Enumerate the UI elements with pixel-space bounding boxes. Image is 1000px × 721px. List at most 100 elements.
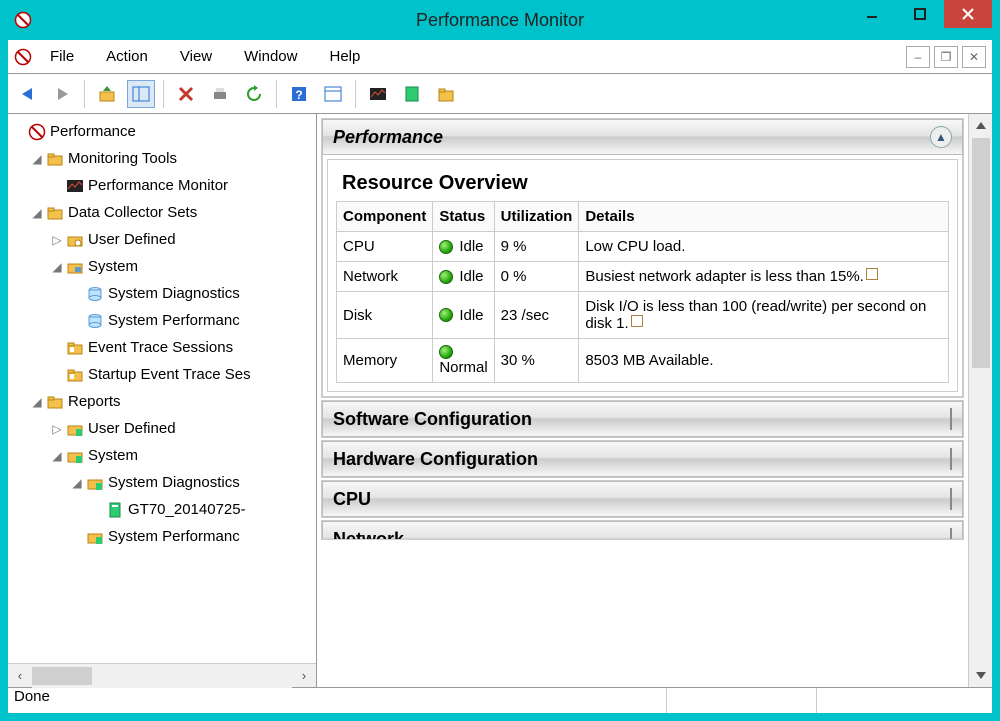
tree-monitoring-tools[interactable]: ◢ Monitoring Tools bbox=[8, 145, 316, 172]
cell-util: 23 /sec bbox=[494, 292, 579, 339]
cell-details: Low CPU load. bbox=[579, 232, 949, 262]
monitor-icon bbox=[66, 177, 84, 195]
status-cell bbox=[666, 688, 816, 713]
chevron-down-icon: ◢ bbox=[48, 449, 66, 463]
refresh-button[interactable] bbox=[240, 80, 268, 108]
print-button[interactable] bbox=[206, 80, 234, 108]
chevron-down-icon: ◢ bbox=[28, 152, 46, 166]
chevron-right-icon: ▷ bbox=[48, 233, 66, 247]
report-icon bbox=[950, 408, 952, 430]
event-folder-icon bbox=[66, 366, 84, 384]
mdi-minimize-button[interactable]: – bbox=[906, 46, 930, 68]
panel-title: Performance bbox=[333, 127, 443, 148]
scroll-thumb[interactable] bbox=[972, 138, 990, 368]
cylinder-icon bbox=[86, 285, 104, 303]
scroll-up-button[interactable] bbox=[969, 114, 992, 138]
tree-label: System bbox=[88, 258, 138, 275]
report-icon bbox=[106, 501, 124, 519]
hardware-config-panel: Hardware Configuration bbox=[321, 440, 964, 478]
col-status: Status bbox=[433, 202, 494, 232]
col-details: Details bbox=[579, 202, 949, 232]
cell-status: Idle bbox=[433, 292, 494, 339]
tree-reports-system-diagnostics[interactable]: ◢ System Diagnostics bbox=[8, 469, 316, 496]
panel-title: Software Configuration bbox=[333, 409, 532, 430]
folder-icon bbox=[46, 150, 64, 168]
svg-text:?: ? bbox=[295, 88, 302, 102]
report-icon bbox=[950, 528, 952, 541]
tree-data-collector-sets[interactable]: ◢ Data Collector Sets bbox=[8, 199, 316, 226]
report-folder-icon bbox=[66, 420, 84, 438]
status-dot-icon bbox=[439, 270, 453, 284]
toolbar-separator bbox=[84, 80, 85, 108]
window-button[interactable] bbox=[319, 80, 347, 108]
report-folder-icon bbox=[86, 474, 104, 492]
cell-util: 0 % bbox=[494, 262, 579, 292]
scroll-left-button[interactable]: ‹ bbox=[8, 664, 32, 688]
back-button[interactable] bbox=[14, 80, 42, 108]
tree-label: System Diagnostics bbox=[108, 474, 240, 491]
report-icon bbox=[950, 448, 952, 470]
tree-label: System Performanc bbox=[108, 312, 240, 329]
chevron-down-icon: ◢ bbox=[28, 395, 46, 409]
forward-button[interactable] bbox=[48, 80, 76, 108]
menu-help[interactable]: Help bbox=[315, 46, 374, 67]
cell-util: 9 % bbox=[494, 232, 579, 262]
monitor-icon-button[interactable] bbox=[364, 80, 392, 108]
minimize-button[interactable] bbox=[848, 0, 896, 28]
close-button[interactable] bbox=[944, 0, 992, 28]
book-icon-button[interactable] bbox=[398, 80, 426, 108]
tree-dcs-system-performance[interactable]: System Performanc bbox=[8, 307, 316, 334]
scroll-track[interactable] bbox=[32, 664, 292, 688]
mdi-close-button[interactable]: ✕ bbox=[962, 46, 986, 68]
cell-details: Disk I/O is less than 100 (read/write) p… bbox=[579, 292, 949, 339]
app-menu-icon[interactable] bbox=[14, 48, 32, 66]
help-button[interactable]: ? bbox=[285, 80, 313, 108]
tree[interactable]: Performance ◢ Monitoring Tools Performan… bbox=[8, 114, 316, 663]
delete-button[interactable] bbox=[172, 80, 200, 108]
performance-panel-header[interactable]: Performance ▲ bbox=[322, 119, 963, 155]
show-tree-button[interactable] bbox=[127, 80, 155, 108]
tree-reports[interactable]: ◢ Reports bbox=[8, 388, 316, 415]
resource-overview: Resource Overview Component Status Utili… bbox=[322, 155, 963, 397]
tree-reports-system[interactable]: ◢ System bbox=[8, 442, 316, 469]
tree-dcs-user-defined[interactable]: ▷ User Defined bbox=[8, 226, 316, 253]
menu-window[interactable]: Window bbox=[230, 46, 311, 67]
menu-view[interactable]: View bbox=[166, 46, 226, 67]
network-header[interactable]: Network bbox=[322, 521, 963, 540]
tree-startup-event-trace-sessions[interactable]: Startup Event Trace Ses bbox=[8, 361, 316, 388]
tree-dcs-system-diagnostics[interactable]: System Diagnostics bbox=[8, 280, 316, 307]
hardware-config-header[interactable]: Hardware Configuration bbox=[322, 441, 963, 477]
tree-dcs-system[interactable]: ◢ System bbox=[8, 253, 316, 280]
report-folder-icon bbox=[86, 528, 104, 546]
scroll-thumb[interactable] bbox=[32, 667, 92, 685]
tree-performance-monitor[interactable]: Performance Monitor bbox=[8, 172, 316, 199]
collapse-icon[interactable]: ▲ bbox=[930, 126, 952, 148]
tree-label: System Diagnostics bbox=[108, 285, 240, 302]
maximize-button[interactable] bbox=[896, 0, 944, 28]
up-folder-button[interactable] bbox=[93, 80, 121, 108]
scroll-right-button[interactable]: › bbox=[292, 664, 316, 688]
status-dot-icon bbox=[439, 308, 453, 322]
report-icon bbox=[950, 488, 952, 510]
tree-event-trace-sessions[interactable]: Event Trace Sessions bbox=[8, 334, 316, 361]
tree-label: Event Trace Sessions bbox=[88, 339, 233, 356]
tree-reports-user-defined[interactable]: ▷ User Defined bbox=[8, 415, 316, 442]
tree-hscrollbar[interactable]: ‹ › bbox=[8, 663, 316, 687]
toolbar: ? bbox=[8, 74, 992, 114]
scroll-down-button[interactable] bbox=[969, 663, 992, 687]
tree-root-performance[interactable]: Performance bbox=[8, 118, 316, 145]
folder-button[interactable] bbox=[432, 80, 460, 108]
content-vscrollbar[interactable] bbox=[968, 114, 992, 687]
chevron-down-icon: ◢ bbox=[48, 260, 66, 274]
menu-file[interactable]: File bbox=[36, 46, 88, 67]
tree-reports-gt70[interactable]: GT70_20140725- bbox=[8, 496, 316, 523]
edit-icon[interactable] bbox=[866, 268, 878, 280]
scroll-track[interactable] bbox=[969, 138, 992, 663]
cell-status: Idle bbox=[433, 262, 494, 292]
tree-reports-system-performance[interactable]: System Performanc bbox=[8, 523, 316, 550]
software-config-header[interactable]: Software Configuration bbox=[322, 401, 963, 437]
menu-action[interactable]: Action bbox=[92, 46, 162, 67]
mdi-restore-button[interactable]: ❐ bbox=[934, 46, 958, 68]
cpu-header[interactable]: CPU bbox=[322, 481, 963, 517]
edit-icon[interactable] bbox=[631, 315, 643, 327]
